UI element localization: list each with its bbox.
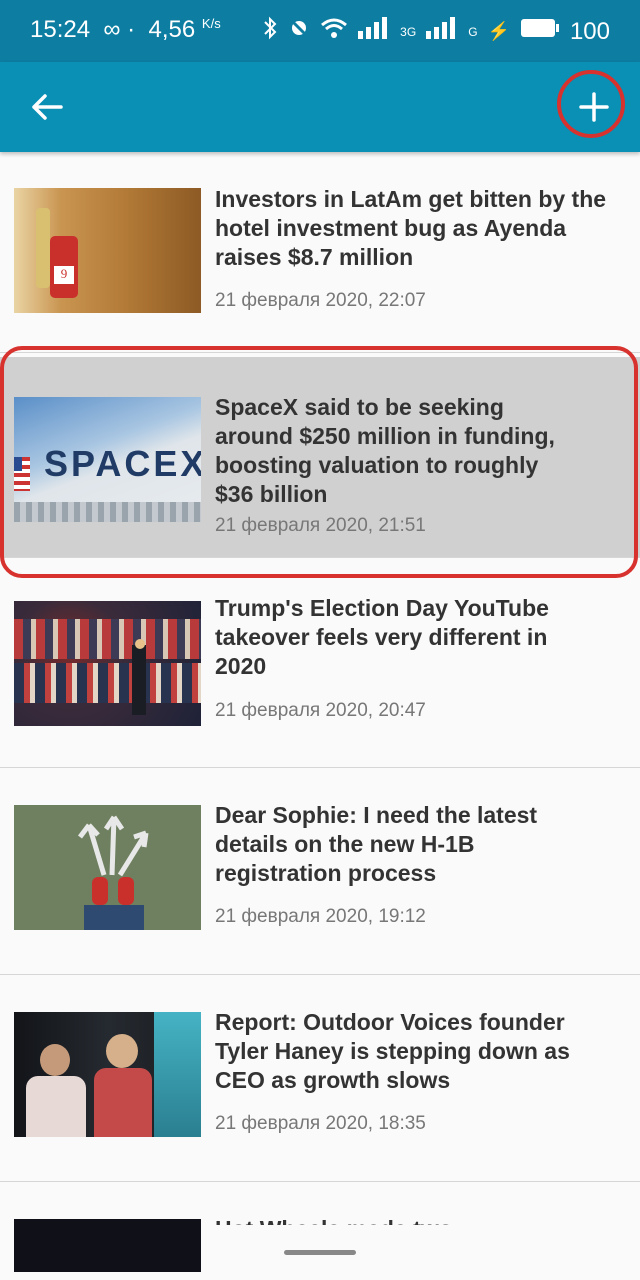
arrows-illustration: [78, 815, 149, 930]
article-date: 21 февраля 2020, 21:51: [215, 515, 426, 536]
battery-icon: [520, 17, 560, 46]
article-date: 21 февраля 2020, 20:47: [215, 700, 426, 721]
article-title: SpaceX said to be seeking around $250 mi…: [215, 394, 555, 507]
arrow-left-icon: [32, 94, 63, 120]
article-title: Trump's Election Day YouTube takeover fe…: [215, 595, 549, 679]
back-button[interactable]: [22, 82, 72, 132]
plus-icon: [579, 92, 609, 122]
battery-level: 100: [569, 17, 610, 45]
network-speed: 4,56: [148, 16, 196, 43]
signal-icon-1: [358, 17, 390, 46]
key-tag-number: 9: [54, 266, 74, 284]
alarm-off-icon: [288, 16, 310, 47]
article-date: 21 февраля 2020, 19:12: [215, 906, 426, 927]
network-speed-unit: K/s: [201, 16, 221, 31]
article-item[interactable]: Trump's Election Day YouTube takeover fe…: [0, 558, 640, 768]
article-item-selected[interactable]: SPACEX SpaceX said to be seeking around …: [0, 357, 640, 558]
article-thumbnail: [14, 1219, 201, 1272]
article-title: Hot Wheels made two: [215, 1215, 615, 1225]
network-type-2: G: [468, 24, 478, 39]
article-list: 9 Investors in LatAm get bitten by the h…: [0, 152, 640, 1272]
status-bar: 15:24 ∞ · 4,56 K/s 3G G ⚡ 100: [0, 0, 640, 62]
charging-icon: ⚡: [487, 21, 510, 41]
article-item[interactable]: 9 Investors in LatAm get bitten by the h…: [0, 152, 640, 353]
article-item[interactable]: Report: Outdoor Voices founder Tyler Han…: [0, 975, 640, 1182]
status-time: 15:24: [30, 16, 91, 43]
article-title: Report: Outdoor Voices founder Tyler Han…: [215, 1009, 570, 1093]
article-thumbnail: [14, 805, 201, 930]
article-thumbnail: [14, 1012, 201, 1137]
article-thumbnail: [14, 601, 201, 726]
article-thumbnail: 9: [14, 188, 201, 313]
signal-icon-2: [426, 17, 458, 46]
article-thumbnail: SPACEX: [14, 397, 201, 522]
article-date: 21 февраля 2020, 18:35: [215, 1113, 426, 1134]
app-toolbar: [0, 62, 640, 152]
spacex-logo-text: SPACEX: [44, 443, 201, 484]
infinity-icon: ∞ ·: [96, 16, 142, 43]
network-type-1: 3G: [400, 24, 417, 39]
article-item[interactable]: Dear Sophie: I need the latest details o…: [0, 768, 640, 975]
article-title: Dear Sophie: I need the latest details o…: [215, 802, 538, 886]
article-date: 21 февраля 2020, 22:07: [215, 290, 426, 311]
article-title: Investors in LatAm get bitten by the hot…: [215, 186, 607, 270]
article-item-partial[interactable]: Hot Wheels made two: [0, 1182, 640, 1272]
wifi-icon: [320, 17, 348, 46]
bluetooth-icon: [262, 16, 278, 47]
home-indicator[interactable]: [284, 1250, 356, 1255]
add-button[interactable]: [561, 74, 627, 140]
